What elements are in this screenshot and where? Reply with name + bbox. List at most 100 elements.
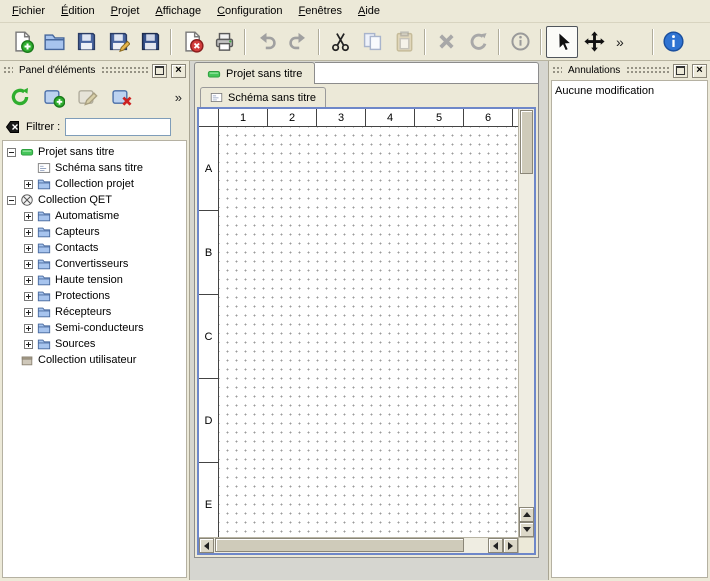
schema-canvas[interactable]: [219, 127, 518, 537]
delete-element-icon: [111, 86, 133, 108]
rotate-icon: [467, 30, 490, 53]
close-file-button[interactable]: [176, 26, 208, 58]
clear-filter-icon[interactable]: [5, 119, 21, 135]
collapse-icon[interactable]: [7, 196, 16, 205]
collapse-icon[interactable]: [7, 148, 16, 157]
scroll-left-button[interactable]: [199, 538, 214, 553]
expand-icon[interactable]: [24, 228, 33, 237]
close-panel-button[interactable]: [171, 64, 186, 78]
info-button[interactable]: [504, 26, 536, 58]
vertical-scrollbar-thumb[interactable]: [520, 110, 533, 174]
tree-item-automatisme[interactable]: Automatisme: [3, 208, 186, 224]
copy-button[interactable]: [356, 26, 388, 58]
new-element-button[interactable]: [39, 83, 68, 112]
dock-grip: [101, 66, 148, 75]
menu-projet[interactable]: Projet: [103, 2, 148, 20]
save-icon: [75, 30, 98, 53]
project-tab[interactable]: Projet sans titre: [194, 62, 315, 84]
vertical-scrollbar-track[interactable]: [519, 109, 534, 507]
close-panel-button[interactable]: [692, 64, 707, 78]
select-mode-button[interactable]: [546, 26, 578, 58]
tree-item-sources[interactable]: Sources: [3, 336, 186, 352]
down-arrow-icon: [523, 527, 531, 532]
redo-button[interactable]: [282, 26, 314, 58]
panel-overflow-button[interactable]: »: [175, 90, 184, 105]
expand-icon[interactable]: [24, 260, 33, 269]
save-button[interactable]: [70, 26, 102, 58]
save-as-button[interactable]: [102, 26, 134, 58]
expand-icon[interactable]: [24, 308, 33, 317]
tree-item-schema-sans-titre[interactable]: Schéma sans titre: [3, 160, 186, 176]
column-header-cell: 1: [219, 109, 268, 126]
redo-icon: [287, 30, 310, 53]
filter-input[interactable]: [65, 118, 171, 136]
horizontal-scrollbar-thumb[interactable]: [215, 538, 464, 552]
about-button[interactable]: [658, 26, 690, 58]
tree-item-semi-conducteurs[interactable]: Semi-conducteurs: [3, 320, 186, 336]
menu-affichage[interactable]: Affichage: [147, 2, 209, 20]
toolbar-separator: [540, 29, 542, 55]
horizontal-scrollbar-track[interactable]: [214, 538, 488, 553]
open-folder-icon: [43, 30, 66, 53]
save-all-button[interactable]: [134, 26, 166, 58]
tree-item-collection-projet[interactable]: Collection projet: [3, 176, 186, 192]
expand-icon[interactable]: [24, 292, 33, 301]
move-mode-button[interactable]: [578, 26, 610, 58]
expand-icon[interactable]: [24, 180, 33, 189]
copy-icon: [361, 30, 384, 53]
tree-item-capteurs[interactable]: Capteurs: [3, 224, 186, 240]
scroll-left-button-2[interactable]: [488, 538, 503, 553]
scroll-right-button[interactable]: [503, 538, 518, 553]
undo-panel-titlebar[interactable]: Annulations: [549, 61, 710, 80]
tree-item-collection-qet[interactable]: Collection QET: [3, 192, 186, 208]
edit-element-button[interactable]: [73, 83, 102, 112]
tree-item-projet-sans-titre[interactable]: Projet sans titre: [3, 144, 186, 160]
cut-button[interactable]: [324, 26, 356, 58]
scissors-icon: [329, 30, 352, 53]
undo-button[interactable]: [250, 26, 282, 58]
open-button[interactable]: [38, 26, 70, 58]
undo-list-item[interactable]: Aucune modification: [555, 83, 704, 99]
tree-item-recepteurs[interactable]: Récepteurs: [3, 304, 186, 320]
tree-item-contacts[interactable]: Contacts: [3, 240, 186, 256]
main-area: Panel d'éléments » Filtrer : Projet sans…: [0, 61, 710, 580]
menu-fenetres[interactable]: Fenêtres: [291, 2, 350, 20]
tree-item-convertisseurs[interactable]: Convertisseurs: [3, 256, 186, 272]
menu-configuration[interactable]: Configuration: [209, 2, 290, 20]
float-panel-button[interactable]: [673, 64, 688, 78]
elements-panel-titlebar[interactable]: Panel d'éléments: [0, 61, 189, 80]
reload-collections-button[interactable]: [5, 83, 34, 112]
delete-button[interactable]: [430, 26, 462, 58]
print-button[interactable]: [208, 26, 240, 58]
expand-icon[interactable]: [24, 324, 33, 333]
float-panel-button[interactable]: [152, 64, 167, 78]
rotate-button[interactable]: [462, 26, 494, 58]
scroll-up-button[interactable]: [519, 507, 534, 522]
schema-tabbar: Schéma sans titre: [197, 86, 536, 107]
qet-collection-icon: [20, 193, 34, 207]
horizontal-scrollbar[interactable]: [199, 537, 518, 553]
expand-icon[interactable]: [24, 244, 33, 253]
column-header-cell: 5: [415, 109, 464, 126]
delete-element-button[interactable]: [107, 83, 136, 112]
expand-icon[interactable]: [24, 340, 33, 349]
move-arrows-icon: [583, 30, 606, 53]
menu-fichier[interactable]: Fichier: [4, 2, 53, 20]
vertical-scrollbar[interactable]: [518, 109, 534, 537]
new-file-button[interactable]: [6, 26, 38, 58]
schema-tab[interactable]: Schéma sans titre: [200, 87, 326, 107]
paste-button[interactable]: [388, 26, 420, 58]
menu-edition[interactable]: Édition: [53, 2, 103, 20]
expand-icon[interactable]: [24, 276, 33, 285]
undo-panel: Annulations Aucune modification: [548, 61, 710, 580]
schema-tab-label: Schéma sans titre: [228, 92, 316, 104]
menu-aide[interactable]: Aide: [350, 2, 388, 20]
tree-item-protections[interactable]: Protections: [3, 288, 186, 304]
expand-icon[interactable]: [24, 212, 33, 221]
toolbar-overflow-button[interactable]: »: [610, 34, 630, 50]
info-icon: [509, 30, 532, 53]
tree-item-haute-tension[interactable]: Haute tension: [3, 272, 186, 288]
close-file-icon: [181, 30, 204, 53]
scroll-down-button[interactable]: [519, 522, 534, 537]
tree-item-collection-utilisateur[interactable]: Collection utilisateur: [3, 352, 186, 368]
